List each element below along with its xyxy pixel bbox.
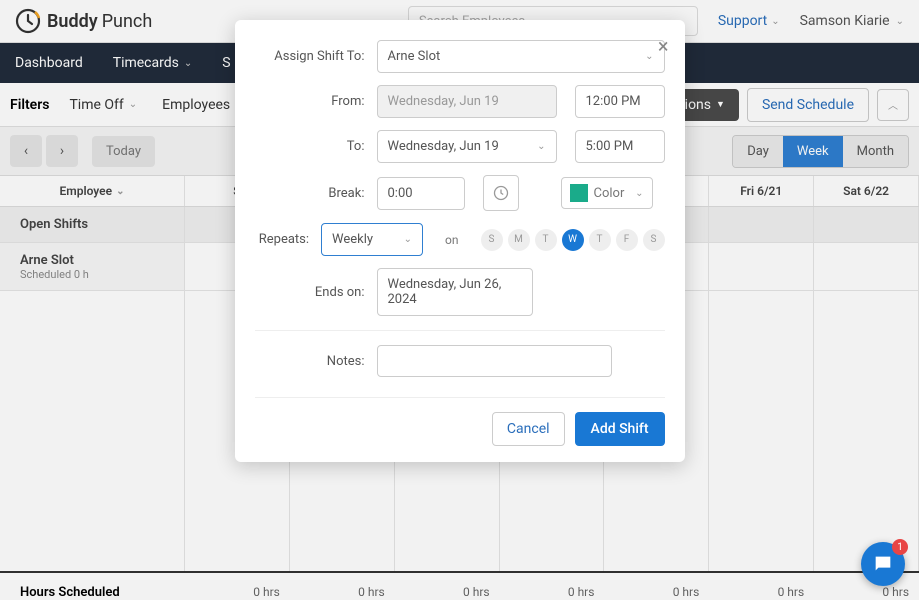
- chat-badge: 1: [892, 539, 908, 555]
- chat-launcher[interactable]: 1: [861, 542, 905, 586]
- from-time-input[interactable]: 12:00 PM: [575, 85, 665, 118]
- day-wed[interactable]: W: [562, 229, 584, 251]
- from-date-input[interactable]: Wednesday, Jun 19: [377, 85, 557, 118]
- notes-input[interactable]: [377, 345, 612, 377]
- chevron-down-icon: ⌄: [537, 141, 545, 152]
- modal-footer: Cancel Add Shift: [255, 397, 665, 446]
- weekday-group: S M T W T F S: [481, 229, 665, 251]
- color-swatch: [570, 184, 588, 202]
- day-thu[interactable]: T: [589, 229, 611, 251]
- clock-button[interactable]: [483, 175, 519, 211]
- modal-overlay[interactable]: × Assign Shift To: Arne Slot⌄ From: Wedn…: [0, 0, 919, 600]
- ends-label: Ends on:: [255, 285, 365, 300]
- day-tue[interactable]: T: [535, 229, 557, 251]
- chevron-down-icon: ⌄: [635, 188, 643, 199]
- color-select[interactable]: Color ⌄: [561, 177, 653, 209]
- to-date-select[interactable]: Wednesday, Jun 19⌄: [377, 130, 557, 163]
- chevron-down-icon: ⌄: [404, 234, 412, 245]
- repeats-label: Repeats:: [255, 232, 310, 247]
- day-sat[interactable]: S: [643, 229, 665, 251]
- chat-icon: [872, 553, 894, 575]
- add-shift-modal: × Assign Shift To: Arne Slot⌄ From: Wedn…: [235, 20, 685, 462]
- from-label: From:: [255, 94, 365, 109]
- break-input[interactable]: 0:00: [377, 177, 465, 210]
- break-label: Break:: [255, 186, 365, 201]
- day-mon[interactable]: M: [508, 229, 530, 251]
- repeats-select[interactable]: Weekly⌄: [321, 223, 423, 256]
- on-label: on: [445, 233, 458, 247]
- day-fri[interactable]: F: [616, 229, 638, 251]
- ends-date-input[interactable]: Wednesday, Jun 26, 2024: [377, 268, 533, 316]
- assign-select[interactable]: Arne Slot⌄: [377, 40, 665, 73]
- assign-label: Assign Shift To:: [255, 49, 365, 64]
- add-shift-button[interactable]: Add Shift: [575, 412, 665, 446]
- notes-label: Notes:: [255, 354, 365, 369]
- chevron-down-icon: ⌄: [645, 51, 653, 62]
- day-sun[interactable]: S: [481, 229, 503, 251]
- to-label: To:: [255, 139, 365, 154]
- clock-icon: [493, 185, 509, 201]
- close-button[interactable]: ×: [658, 34, 669, 58]
- to-time-input[interactable]: 5:00 PM: [575, 130, 665, 163]
- cancel-button[interactable]: Cancel: [492, 412, 565, 446]
